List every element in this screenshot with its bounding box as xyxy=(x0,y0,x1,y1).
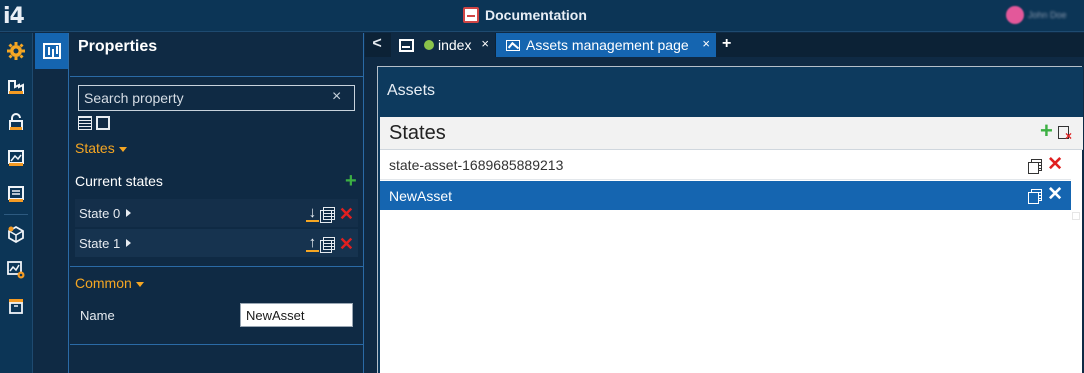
archive-icon[interactable] xyxy=(6,296,26,316)
scrollbar[interactable] xyxy=(1072,212,1080,220)
add-state-icon[interactable]: + xyxy=(1040,120,1053,142)
factory-icon[interactable] xyxy=(6,76,26,96)
list-item[interactable]: state-asset-1689685889213 ✕ xyxy=(380,151,1071,180)
close-tab-icon[interactable]: × xyxy=(481,36,489,51)
caret-down-icon xyxy=(118,146,127,152)
expand-icon[interactable] xyxy=(126,209,132,217)
state-row[interactable]: State 0 ↓ ✕ xyxy=(75,199,358,227)
delete-icon[interactable]: ✕ xyxy=(1047,185,1063,204)
avatar[interactable] xyxy=(1006,6,1024,24)
left-rail xyxy=(0,33,33,373)
assets-header: Assets xyxy=(378,67,1083,117)
page-icon xyxy=(399,38,414,52)
page-icon xyxy=(506,39,520,51)
state-name: state-asset-1689685889213 xyxy=(389,157,564,173)
document-title-text: Documentation xyxy=(485,7,587,23)
properties-panel: Properties × States Current states + Sta… xyxy=(70,33,364,373)
delete-icon[interactable]: ✕ xyxy=(339,205,354,223)
delete-icon[interactable]: ✕ xyxy=(339,235,354,253)
name-field[interactable] xyxy=(240,303,353,327)
settings-gear-icon[interactable] xyxy=(6,41,26,61)
monitor-image-icon[interactable] xyxy=(6,148,26,168)
state-row-actions: ↑ ✕ xyxy=(305,235,354,253)
tab-index[interactable]: index × xyxy=(391,33,495,57)
document-title: Documentation xyxy=(463,7,587,23)
properties-title: Properties xyxy=(78,38,158,55)
copy-icon[interactable] xyxy=(1028,159,1043,174)
sliders-icon xyxy=(42,43,61,59)
list-item-actions: ✕ xyxy=(1028,185,1063,204)
clear-search-icon[interactable]: × xyxy=(332,88,341,106)
tab-bar: < index × Assets management page × + xyxy=(365,33,1084,57)
tab-scroll-left-button[interactable]: < xyxy=(365,33,389,57)
states-panel: States + state-asset-1689685889213 ✕ New… xyxy=(378,117,1083,373)
expand-icon[interactable] xyxy=(126,239,132,247)
state-label: State 0 xyxy=(79,205,121,221)
copy-icon[interactable] xyxy=(1028,189,1043,204)
page-canvas: Assets States + state-asset-168968588921… xyxy=(377,66,1083,373)
tab-label: Assets management page xyxy=(526,37,689,53)
tab-assets-management[interactable]: Assets management page × xyxy=(496,33,716,57)
common-section-toggle[interactable]: Common xyxy=(75,275,144,291)
app-root: i4 Documentation John Doe Properties Sea… xyxy=(0,0,1084,373)
rail-divider xyxy=(4,214,28,215)
list-view-icon[interactable] xyxy=(78,116,92,130)
states-section-label: States xyxy=(75,140,115,156)
states-section-toggle[interactable]: States xyxy=(75,140,127,156)
common-section-label: Common xyxy=(75,275,132,291)
delete-all-icon[interactable] xyxy=(1058,126,1072,143)
state-row-actions: ↓ ✕ xyxy=(305,205,354,223)
panel-selector xyxy=(33,33,69,373)
state-label: State 1 xyxy=(79,235,121,251)
list-item-selected[interactable]: NewAsset ✕ xyxy=(380,181,1071,210)
states-title: States xyxy=(389,122,446,144)
move-down-icon[interactable]: ↓ xyxy=(305,205,319,222)
list-item-actions: ✕ xyxy=(1028,155,1063,174)
server-icon[interactable] xyxy=(6,184,26,204)
copy-icon[interactable] xyxy=(319,207,335,223)
package-icon[interactable] xyxy=(6,224,26,244)
status-dot xyxy=(424,40,434,50)
document-icon xyxy=(463,7,479,23)
view-toggle xyxy=(78,116,110,130)
add-tab-button[interactable]: + xyxy=(722,33,731,55)
state-row[interactable]: State 1 ↑ ✕ xyxy=(75,229,358,257)
user-menu[interactable]: John Doe xyxy=(1006,6,1067,24)
caret-down-icon xyxy=(135,281,144,287)
assets-title: Assets xyxy=(387,82,436,99)
delete-icon[interactable]: ✕ xyxy=(1047,155,1063,174)
divider xyxy=(70,266,364,267)
close-tab-icon[interactable]: × xyxy=(702,36,710,51)
name-label: Name xyxy=(80,308,115,323)
states-header: States + xyxy=(380,117,1083,150)
divider xyxy=(70,76,364,77)
current-states-label: Current states xyxy=(75,173,163,189)
app-logo[interactable]: i4 xyxy=(3,4,25,29)
chart-gear-icon[interactable] xyxy=(6,260,26,280)
lock-icon[interactable] xyxy=(6,112,26,132)
top-bar: i4 Documentation John Doe xyxy=(0,0,1084,32)
property-search-input[interactable] xyxy=(78,85,355,111)
divider xyxy=(70,344,364,345)
tab-label: index xyxy=(438,37,472,53)
add-state-icon[interactable]: + xyxy=(345,171,357,191)
detail-view-icon[interactable] xyxy=(96,116,110,130)
copy-icon[interactable] xyxy=(319,237,335,253)
properties-panel-tab[interactable] xyxy=(35,33,68,69)
state-name: NewAsset xyxy=(389,187,453,204)
user-name: John Doe xyxy=(1028,10,1067,20)
editor-area: Assets States + state-asset-168968588921… xyxy=(365,57,1084,373)
move-up-icon[interactable]: ↑ xyxy=(305,235,319,252)
